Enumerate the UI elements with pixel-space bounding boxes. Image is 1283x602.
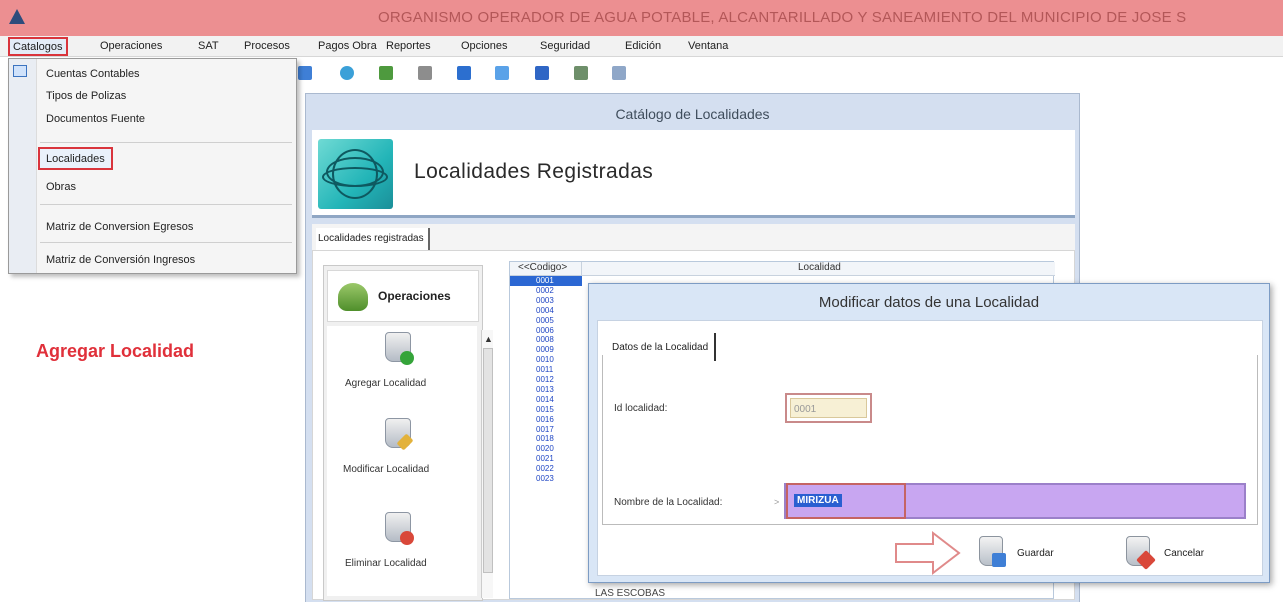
menu-ventana[interactable]: Ventana	[688, 40, 728, 52]
column-header-codigo[interactable]: <<Codigo>	[510, 262, 582, 276]
operations-list: Agregar Localidad Modificar Localidad El…	[327, 326, 477, 596]
edit-locality-button[interactable]: Modificar Localidad	[343, 464, 429, 475]
catalog-banner: Localidades Registradas	[312, 130, 1075, 218]
menu-item-cuentas-contables[interactable]: Cuentas Contables	[46, 68, 140, 80]
catalogos-dropdown: Cuentas Contables Tipos de Polizas Docum…	[8, 58, 297, 274]
save-button[interactable]: Guardar	[979, 532, 1079, 574]
nombre-localidad-value: MIRIZUA	[794, 494, 842, 507]
table-row-code[interactable]: 0022	[510, 464, 582, 474]
table-row-code[interactable]: 0006	[510, 326, 582, 336]
toolbar-document-icon[interactable]	[495, 66, 509, 80]
toolbar-print-icon[interactable]	[612, 66, 626, 80]
save-label: Guardar	[1017, 548, 1054, 559]
table-row-code[interactable]: 0020	[510, 444, 582, 454]
add-locality-icon[interactable]	[385, 332, 414, 365]
menu-edicion[interactable]: Edición	[625, 40, 661, 52]
table-row-code[interactable]: 0023	[510, 474, 582, 484]
add-locality-button[interactable]: Agregar Localidad	[345, 378, 426, 389]
agregar-localidad-annotation: Agregar Localidad	[36, 341, 195, 361]
menu-item-tipos-polizas[interactable]: Tipos de Polizas	[46, 90, 126, 102]
menu-reportes[interactable]: Reportes	[386, 40, 431, 52]
toolbar-chart-icon[interactable]	[379, 66, 393, 80]
catalog-heading: Localidades Registradas	[414, 160, 654, 183]
delete-locality-button[interactable]: Eliminar Localidad	[345, 558, 427, 569]
toolbar-refresh-icon[interactable]	[298, 66, 312, 80]
toolbar-window-icon[interactable]	[457, 66, 471, 80]
menu-procesos[interactable]: Procesos	[244, 40, 290, 52]
toolbar-list-icon[interactable]	[535, 66, 549, 80]
globe-logo-icon	[318, 139, 393, 209]
operations-header: Operaciones	[327, 270, 479, 322]
toolbar-users-icon[interactable]	[574, 66, 588, 80]
menu-sat[interactable]: SAT	[198, 40, 219, 52]
table-row-code[interactable]: 0003	[510, 296, 582, 306]
table-row-code[interactable]: 0011	[510, 365, 582, 375]
modificar-localidad-dialog: Modificar datos de una Localidad Datos d…	[588, 283, 1270, 583]
table-row-code[interactable]: 0004	[510, 306, 582, 316]
column-header-localidad[interactable]: Localidad	[582, 262, 1055, 276]
table-row-code[interactable]: 0015	[510, 405, 582, 415]
toolbar-tools-icon[interactable]	[418, 66, 432, 80]
catalog-tab-strip: Localidades registradas	[312, 224, 1075, 250]
app-logo-icon	[9, 9, 25, 24]
menu-item-localidades[interactable]: Localidades	[38, 147, 113, 170]
operations-icon	[338, 283, 368, 311]
menu-seguridad[interactable]: Seguridad	[540, 40, 590, 52]
table-row-code[interactable]: 0012	[510, 375, 582, 385]
cancel-label: Cancelar	[1164, 548, 1205, 559]
menu-opciones[interactable]: Opciones	[461, 40, 507, 52]
menu-operaciones[interactable]: Operaciones	[100, 40, 162, 52]
toolbar	[296, 58, 626, 92]
window-title: ORGANISMO OPERADOR DE AGUA POTABLE, ALCA…	[378, 9, 1187, 26]
menu-item-matriz-ingresos[interactable]: Matriz de Conversión Ingresos	[46, 254, 195, 266]
table-row-code[interactable]: 0016	[510, 415, 582, 425]
table-row-code[interactable]: 0008	[510, 335, 582, 345]
dialog-title: Modificar datos de una Localidad	[818, 294, 1040, 311]
id-localidad-field[interactable]: 0001	[785, 393, 872, 423]
menu-item-documentos-fuente[interactable]: Documentos Fuente	[46, 113, 145, 125]
table-row-code[interactable]: 0013	[510, 385, 582, 395]
cancel-button[interactable]: Cancelar	[1126, 532, 1226, 574]
scroll-up-icon[interactable]: ▲	[484, 334, 493, 344]
nombre-localidad-label: Nombre de la Localidad:	[614, 497, 723, 508]
menu-pagos-obra[interactable]: Pagos Obra	[318, 40, 377, 52]
table-row-code[interactable]: 0018	[510, 434, 582, 444]
cancel-icon	[1126, 536, 1156, 570]
title-bar: ORGANISMO OPERADOR DE AGUA POTABLE, ALCA…	[0, 0, 1283, 36]
table-row-code[interactable]: 0014	[510, 395, 582, 405]
menu-item-obras[interactable]: Obras	[46, 181, 76, 193]
toolbar-money-icon[interactable]	[340, 66, 354, 80]
edit-locality-icon[interactable]	[385, 418, 414, 451]
operations-panel: Operaciones Agregar Localidad Modificar …	[323, 265, 493, 601]
menu-catalogos[interactable]: Catalogos	[8, 37, 68, 56]
operations-title: Operaciones	[378, 289, 451, 303]
table-row-code[interactable]: 0001	[510, 276, 582, 286]
table-row-code[interactable]: 0002	[510, 286, 582, 296]
delete-locality-icon[interactable]	[385, 512, 414, 545]
menu-bar: Catalogos Operaciones SAT Procesos Pagos…	[0, 36, 1283, 57]
menu-item-matriz-egresos[interactable]: Matriz de Conversion Egresos	[46, 221, 193, 233]
nombre-localidad-field[interactable]: > MIRIZUA	[774, 483, 1246, 519]
table-row-code[interactable]: 0005	[510, 316, 582, 326]
tab-localidades-registradas[interactable]: Localidades registradas	[316, 228, 430, 250]
table-row-last-locality[interactable]: LAS ESCOBAS	[595, 588, 665, 599]
table-row-code[interactable]: 0009	[510, 345, 582, 355]
table-row-code[interactable]: 0021	[510, 454, 582, 464]
right-arrow-icon	[895, 530, 961, 576]
catalog-window-title: Catálogo de Localidades	[615, 106, 770, 122]
operations-scrollbar[interactable]: ▲	[481, 330, 493, 598]
table-row-code[interactable]: 0017	[510, 425, 582, 435]
save-icon	[979, 536, 1006, 567]
id-localidad-label: Id localidad:	[614, 403, 668, 414]
accounts-icon	[13, 65, 27, 77]
id-localidad-value: 0001	[790, 398, 867, 418]
table-row-code[interactable]: 0010	[510, 355, 582, 365]
